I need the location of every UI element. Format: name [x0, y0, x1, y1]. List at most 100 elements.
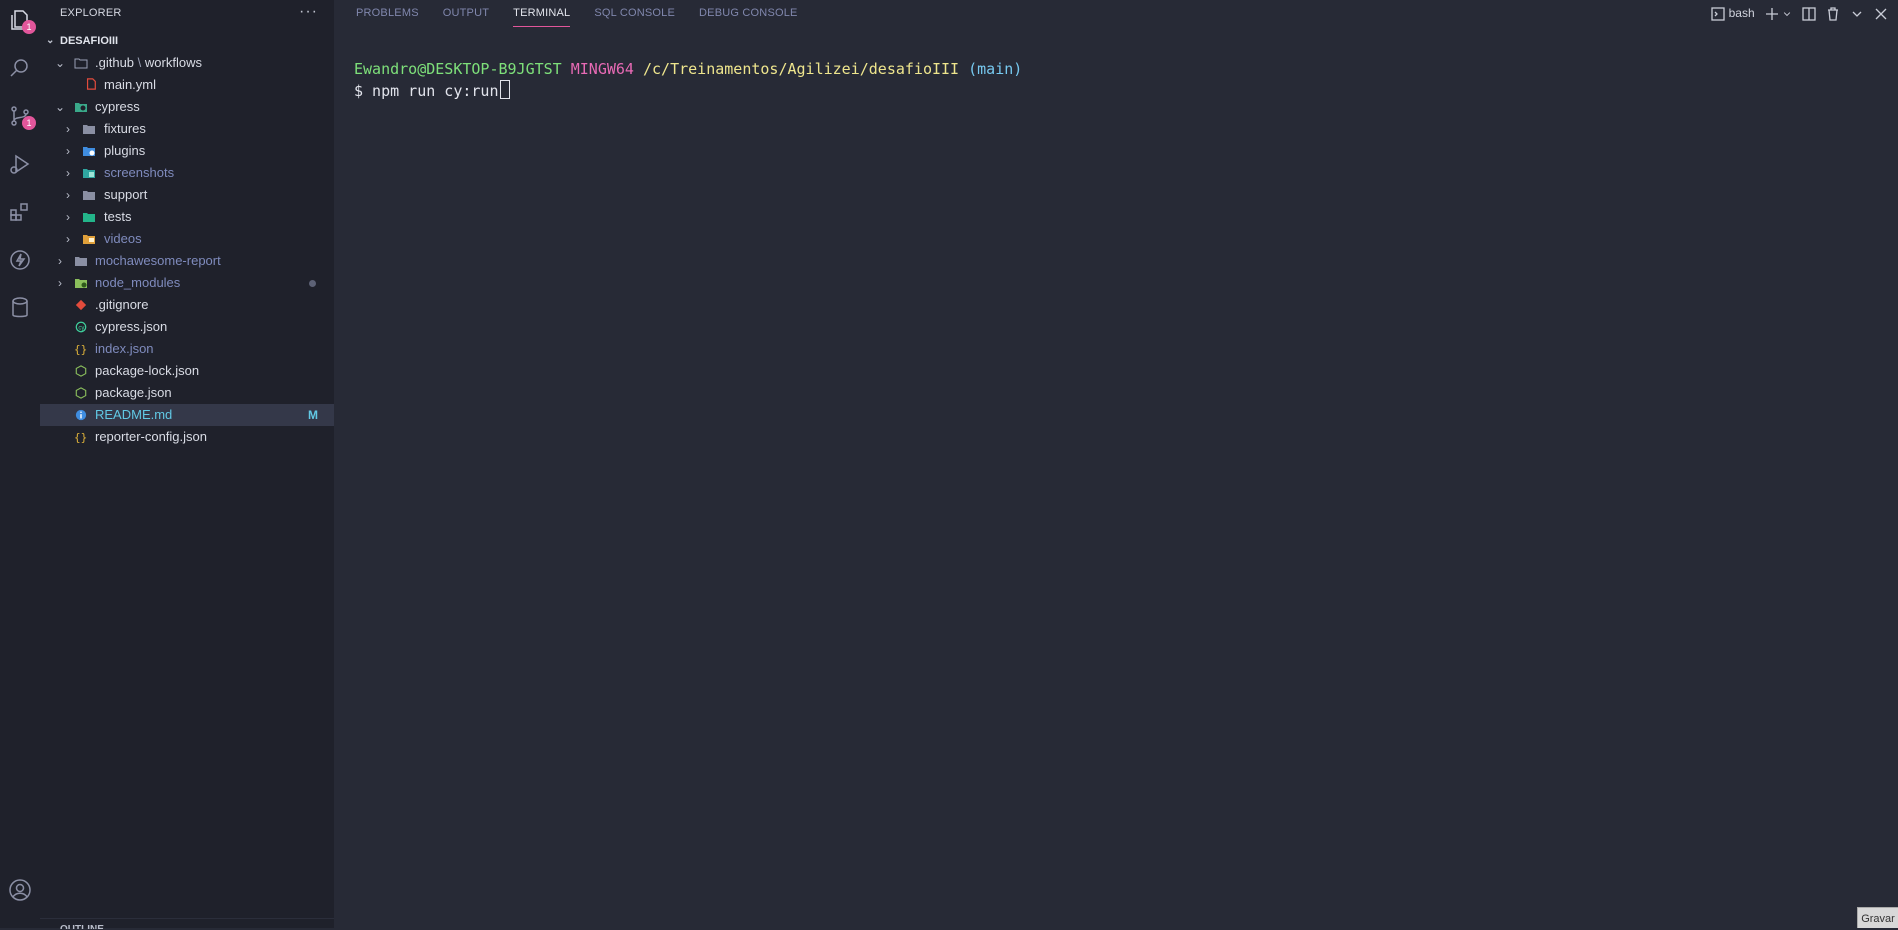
extensions-activity[interactable]	[4, 196, 36, 228]
scm-badge: 1	[22, 116, 36, 130]
account-icon	[9, 879, 31, 901]
folder-icon	[83, 125, 95, 134]
run-debug-icon	[10, 154, 30, 174]
chevron-down-icon	[1783, 12, 1791, 16]
cypress-folder-icon	[75, 103, 87, 112]
bottom-panel: PROBLEMS OUTPUT TERMINAL SQL CONSOLE DEB…	[334, 0, 1898, 928]
chevron-right-icon: ›	[58, 254, 62, 268]
tree-item-plugins[interactable]: › plugins	[40, 140, 334, 162]
svg-text:{}: {}	[74, 343, 87, 355]
tree-item-readme[interactable]: README.md M	[40, 404, 334, 426]
outline-section[interactable]: OUTLINE	[40, 918, 334, 929]
new-terminal-button[interactable]	[1765, 0, 1792, 26]
tree-item-node-modules[interactable]: › node_modules	[40, 272, 334, 294]
yaml-file-icon	[86, 78, 96, 90]
tree-item-package-lock-json[interactable]: package-lock.json	[40, 360, 334, 382]
json-icon: {}	[74, 431, 87, 443]
tab-output[interactable]: OUTPUT	[443, 0, 489, 26]
tree-item-reporter-config[interactable]: {} reporter-config.json	[40, 426, 334, 448]
tree-item-gitignore[interactable]: .gitignore	[40, 294, 334, 316]
tree-item-mochawesome-report[interactable]: › mochawesome-report	[40, 250, 334, 272]
json-icon: {}	[74, 343, 87, 355]
close-panel-button[interactable]	[1874, 0, 1888, 26]
mochawesome-folder-label: mochawesome-report	[95, 253, 221, 268]
workspace-root-label: DESAFIOIII	[60, 35, 119, 47]
tab-terminal[interactable]: TERMINAL	[513, 0, 571, 27]
explorer-activity[interactable]: 1	[4, 4, 36, 36]
search-activity[interactable]	[4, 52, 36, 84]
explorer-sidebar: EXPLORER ··· ⌄ DESAFIOIII ⌄ .github \ wo…	[40, 0, 334, 929]
chevron-right-icon: ›	[66, 210, 70, 224]
tree-item-package-json[interactable]: package.json	[40, 382, 334, 404]
chevron-down-icon	[1852, 11, 1862, 17]
tree-item-tests[interactable]: › tests	[40, 206, 334, 228]
record-button[interactable]: Gravar	[1857, 907, 1898, 928]
tree-item-screenshots[interactable]: › screenshots	[40, 162, 334, 184]
terminal-cursor	[499, 80, 510, 99]
chevron-right-icon: ›	[66, 188, 70, 202]
modified-badge: M	[308, 408, 318, 422]
modified-dot	[309, 280, 316, 287]
explorer-title: EXPLORER	[60, 7, 122, 19]
path-separator: \	[137, 55, 142, 70]
maximize-panel-button[interactable]	[1850, 0, 1864, 26]
videos-folder-label: videos	[104, 231, 142, 246]
cypress-json-label: cypress.json	[95, 319, 168, 334]
split-terminal-button[interactable]	[1802, 0, 1816, 26]
package-lock-label: package-lock.json	[95, 363, 200, 378]
tree-item-support[interactable]: › support	[40, 184, 334, 206]
workspace-root[interactable]: ⌄ DESAFIOIII	[40, 30, 334, 52]
svg-text:{}: {}	[74, 431, 87, 443]
chevron-right-icon: ›	[66, 232, 70, 246]
plugins-folder-label: plugins	[104, 143, 146, 158]
search-icon	[10, 59, 28, 77]
terminal-path: /c/Treinamentos/Agilizei/desafioIII	[643, 60, 960, 78]
shell-name: bash	[1728, 6, 1755, 20]
video-folder-icon	[83, 235, 95, 244]
chevron-right-icon: ›	[66, 122, 70, 136]
tree-item-github-workflows[interactable]: ⌄ .github \ workflows	[40, 52, 334, 74]
accounts-activity[interactable]	[4, 874, 36, 906]
tree-item-cypress[interactable]: ⌄ cypress	[40, 96, 334, 118]
database-icon	[12, 297, 28, 318]
tree-item-videos[interactable]: › videos	[40, 228, 334, 250]
chevron-down-icon: ⌄	[54, 56, 66, 70]
terminal-selector[interactable]: bash	[1711, 0, 1755, 26]
source-control-activity[interactable]: 1	[4, 100, 36, 132]
tab-sql-console[interactable]: SQL CONSOLE	[594, 0, 675, 26]
readme-label: README.md	[95, 407, 173, 422]
panel-tabs: PROBLEMS OUTPUT TERMINAL SQL CONSOLE DEB…	[356, 0, 822, 28]
index-json-label: index.json	[95, 341, 154, 356]
chevron-down-icon: ⌄	[54, 100, 66, 114]
tree-item-main-yml[interactable]: main.yml	[40, 74, 334, 96]
terminal-system: MINGW64	[570, 60, 634, 78]
terminal-user-host: Ewandro@DESKTOP-B9JGTST	[354, 60, 562, 78]
database-activity[interactable]	[4, 292, 36, 324]
tab-debug-console[interactable]: DEBUG CONSOLE	[699, 0, 798, 26]
terminal-prompt-line: Ewandro@DESKTOP-B9JGTST MINGW64 /c/Trein…	[354, 58, 1022, 80]
terminal-output[interactable]: Ewandro@DESKTOP-B9JGTST MINGW64 /c/Trein…	[354, 58, 1022, 102]
node-package-icon	[75, 365, 87, 377]
lightning-icon	[10, 250, 30, 270]
tree-item-index-json[interactable]: {} index.json	[40, 338, 334, 360]
tests-folder-label: tests	[104, 209, 132, 224]
split-icon	[1802, 7, 1816, 21]
gitignore-label: .gitignore	[95, 297, 149, 312]
tab-problems[interactable]: PROBLEMS	[356, 0, 419, 26]
kill-terminal-button[interactable]	[1826, 0, 1840, 26]
more-actions-button[interactable]: ···	[299, 0, 318, 26]
terminal-command: $ npm run cy:run	[354, 82, 499, 100]
explorer-badge: 1	[22, 20, 36, 34]
cypress-config-icon: cy	[75, 321, 87, 333]
tests-folder-icon	[83, 213, 95, 222]
thunder-activity[interactable]	[4, 244, 36, 276]
folder-icon	[83, 191, 95, 200]
close-icon	[1875, 8, 1887, 20]
tree-item-cypress-json[interactable]: cy cypress.json	[40, 316, 334, 338]
extensions-icon	[10, 203, 28, 221]
run-debug-activity[interactable]	[4, 148, 36, 180]
chevron-right-icon: ›	[66, 144, 70, 158]
tree-item-fixtures[interactable]: › fixtures	[40, 118, 334, 140]
folder-icon	[75, 257, 87, 266]
terminal-command-line: $ npm run cy:run	[354, 80, 1022, 102]
